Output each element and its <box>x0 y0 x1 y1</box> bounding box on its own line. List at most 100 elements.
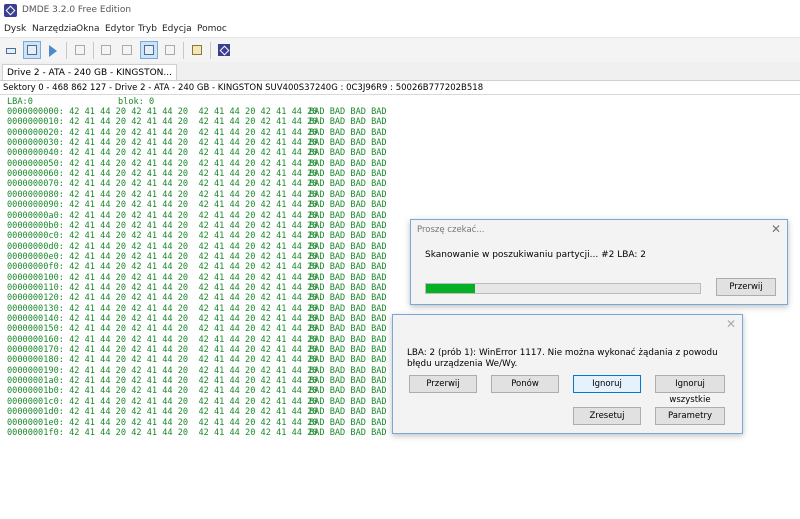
hex-row: 00000000d0: 42 41 44 20 42 41 44 20 42 4… <box>7 241 387 252</box>
hex-row-bytes: 42 41 44 20 42 41 44 20 42 41 44 20 42 4… <box>69 386 318 397</box>
hex-row-bytes: 42 41 44 20 42 41 44 20 42 41 44 20 42 4… <box>69 148 318 159</box>
hex-row-address: 00000001b0 <box>7 386 59 397</box>
hex-row-bytes: 42 41 44 20 42 41 44 20 42 41 44 20 42 4… <box>69 324 318 335</box>
sector-info: Sektory 0 - 468 862 127 - Drive 2 - ATA … <box>0 81 800 95</box>
hex-row-address: 0000000140 <box>7 314 59 324</box>
hex-row-bytes: 42 41 44 20 42 41 44 20 42 41 44 20 42 4… <box>69 138 318 149</box>
hex-row-ascii: BAD BAD BAD BAD <box>309 417 387 428</box>
hex-row-address: 00000000c0 <box>7 231 59 242</box>
hex-row-ascii: BAD BAD BAD BAD <box>309 324 387 335</box>
hex-row-address: 0000000080 <box>7 189 59 200</box>
close-icon[interactable]: ✕ <box>726 317 736 331</box>
hex-row-address: 0000000020 <box>7 127 59 138</box>
hex-row-bytes: 42 41 44 20 42 41 44 20 42 41 44 20 42 4… <box>69 127 318 138</box>
parametry-button[interactable]: Parametry <box>655 407 725 425</box>
hex-row-bytes: 42 41 44 20 42 41 44 20 42 41 44 20 42 4… <box>69 262 318 273</box>
ponow-button[interactable]: Ponów <box>491 375 559 393</box>
hex-row-address: 00000000e0 <box>7 251 59 262</box>
hex-row-ascii: BAD BAD BAD BAD <box>309 251 387 262</box>
edit-icon[interactable] <box>161 41 179 59</box>
hex-row: 0000000070: 42 41 44 20 42 41 44 20 42 4… <box>7 179 387 190</box>
dmde-logo-icon[interactable] <box>215 41 233 59</box>
hex-row: 0000000090: 42 41 44 20 42 41 44 20 42 4… <box>7 200 387 211</box>
progress-bar-fill <box>426 284 476 293</box>
toolbar-separator <box>210 42 211 59</box>
hex-row: 00000001e0: 42 41 44 20 42 41 44 20 42 4… <box>7 417 387 428</box>
hex-row-bytes: 42 41 44 20 42 41 44 20 42 41 44 20 42 4… <box>69 117 318 128</box>
hex-row-address: 00000000b0 <box>7 220 59 231</box>
close-icon[interactable]: ✕ <box>771 222 781 236</box>
hex-row: 0000000010: 42 41 44 20 42 41 44 20 42 4… <box>7 117 387 128</box>
progress-dialog-title: Proszę czekać... <box>417 225 485 235</box>
hex-row-ascii: BAD BAD BAD BAD <box>309 262 387 273</box>
hex-row-address: 0000000000 <box>7 107 59 117</box>
ignoruj-button[interactable]: Ignoruj <box>573 375 641 393</box>
zresetuj-button[interactable]: Zresetuj <box>573 407 641 425</box>
hex-view-icon[interactable] <box>97 41 115 59</box>
hex-row: 0000000130: 42 41 44 20 42 41 44 20 42 4… <box>7 303 387 314</box>
partitions-icon[interactable] <box>23 41 41 59</box>
hex-row-address: 0000000160 <box>7 334 59 345</box>
drive-icon[interactable] <box>2 41 20 59</box>
hex-row: 0000000040: 42 41 44 20 42 41 44 20 42 4… <box>7 148 387 159</box>
hex-row-ascii: BAD BAD BAD BAD <box>309 158 387 169</box>
hex-row: 0000000080: 42 41 44 20 42 41 44 20 42 4… <box>7 189 387 200</box>
hex-view[interactable]: LBA:0 blok: 0 0000000000: 42 41 44 20 42… <box>0 96 800 519</box>
hex-row-ascii: BAD BAD BAD BAD <box>309 210 387 221</box>
hex-row-address: 0000000130 <box>7 303 59 314</box>
hex-row-bytes: 42 41 44 20 42 41 44 20 42 41 44 20 42 4… <box>69 169 318 180</box>
hex-row-ascii: BAD BAD BAD BAD <box>309 220 387 231</box>
hex-row-bytes: 42 41 44 20 42 41 44 20 42 41 44 20 42 4… <box>69 427 318 438</box>
hex-row-bytes: 42 41 44 20 42 41 44 20 42 41 44 20 42 4… <box>69 293 318 304</box>
hex-row-ascii: BAD BAD BAD BAD <box>309 241 387 252</box>
hex-row-address: 00000000d0 <box>7 241 59 252</box>
menu-pomoc[interactable]: Pomoc <box>197 24 227 34</box>
hex-row-bytes: 42 41 44 20 42 41 44 20 42 41 44 20 42 4… <box>69 314 318 324</box>
hex-row-address: 0000000090 <box>7 200 59 211</box>
hex-row-ascii: BAD BAD BAD BAD <box>309 427 387 438</box>
hex-row-address: 0000000170 <box>7 345 59 356</box>
hex-row-bytes: 42 41 44 20 42 41 44 20 42 41 44 20 42 4… <box>69 210 318 221</box>
menu-narzedzia[interactable]: Narzędzia <box>32 24 77 34</box>
hex-row: 0000000060: 42 41 44 20 42 41 44 20 42 4… <box>7 169 387 180</box>
hex-row-bytes: 42 41 44 20 42 41 44 20 42 41 44 20 42 4… <box>69 417 318 428</box>
hex-row-bytes: 42 41 44 20 42 41 44 20 42 41 44 20 42 4… <box>69 220 318 231</box>
przerwij-button[interactable]: Przerwij <box>716 278 776 296</box>
menu-edycja[interactable]: Edycja <box>162 24 192 34</box>
menu-dysk[interactable]: Dysk <box>4 24 26 34</box>
hex-row: 0000000050: 42 41 44 20 42 41 44 20 42 4… <box>7 158 387 169</box>
play-icon[interactable] <box>43 41 61 59</box>
menu-tryb[interactable]: Tryb <box>138 24 157 34</box>
hex-row-address: 00000001d0 <box>7 407 59 418</box>
hex-row: 0000000120: 42 41 44 20 42 41 44 20 42 4… <box>7 293 387 304</box>
hex-row: 0000000020: 42 41 44 20 42 41 44 20 42 4… <box>7 127 387 138</box>
menu-okna[interactable]: Okna <box>76 24 100 34</box>
hex-row: 00000000a0: 42 41 44 20 42 41 44 20 42 4… <box>7 210 387 221</box>
copy-icon[interactable] <box>188 41 206 59</box>
table-view-icon[interactable] <box>140 41 158 59</box>
ignoruj-wszystkie-button[interactable]: Ignoruj wszystkie <box>655 375 725 405</box>
hex-row-bytes: 42 41 44 20 42 41 44 20 42 41 44 20 42 4… <box>69 334 318 345</box>
hex-row: 0000000030: 42 41 44 20 42 41 44 20 42 4… <box>7 138 387 149</box>
przerwij-button[interactable]: Przerwij <box>409 375 477 393</box>
progress-dialog: Proszę czekać... ✕ Skanowanie w poszukiw… <box>410 219 788 305</box>
hex-row: 0000000110: 42 41 44 20 42 41 44 20 42 4… <box>7 282 387 293</box>
hex-row: 0000000190: 42 41 44 20 42 41 44 20 42 4… <box>7 365 387 376</box>
hex-row-bytes: 42 41 44 20 42 41 44 20 42 41 44 20 42 4… <box>69 189 318 200</box>
toolbar-separator <box>183 42 184 59</box>
text-view-icon[interactable] <box>118 41 136 59</box>
hex-row-bytes: 42 41 44 20 42 41 44 20 42 41 44 20 42 4… <box>69 345 318 356</box>
hex-row: 00000001b0: 42 41 44 20 42 41 44 20 42 4… <box>7 386 387 397</box>
lba-label: LBA:0 <box>7 97 33 107</box>
hex-row-ascii: BAD BAD BAD BAD <box>309 189 387 200</box>
hex-row-ascii: BAD BAD BAD BAD <box>309 169 387 180</box>
hex-row-address: 0000000110 <box>7 282 59 293</box>
menu-edytor[interactable]: Edytor <box>105 24 134 34</box>
document-icon[interactable] <box>71 41 89 59</box>
progress-bar <box>425 283 701 294</box>
tab-drive-2[interactable]: Drive 2 - ATA - 240 GB - KINGSTON... <box>2 64 177 80</box>
menu-bar: Dysk Narzędzia Okna Edytor Tryb Edycja P… <box>0 22 800 37</box>
hex-row-bytes: 42 41 44 20 42 41 44 20 42 41 44 20 42 4… <box>69 365 318 376</box>
hex-row-ascii: BAD BAD BAD BAD <box>309 293 387 304</box>
hex-row-address: 0000000190 <box>7 365 59 376</box>
